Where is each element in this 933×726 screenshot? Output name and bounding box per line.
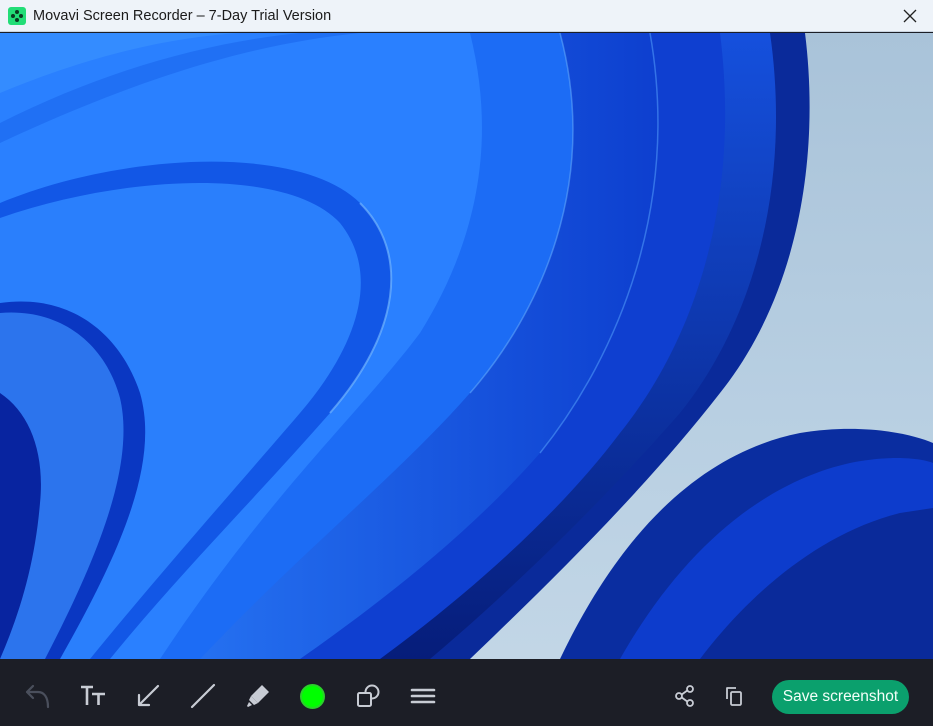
copy-button[interactable] [718, 680, 750, 712]
title-bar: Movavi Screen Recorder – 7-Day Trial Ver… [0, 0, 933, 32]
line-width-button[interactable] [407, 680, 439, 712]
close-icon [903, 9, 917, 23]
share-icon [675, 685, 694, 707]
text-tool-button[interactable] [77, 680, 109, 712]
annotation-toolbar: Save screenshot [0, 659, 933, 726]
line-width-icon [410, 688, 436, 704]
shapes-icon [357, 684, 380, 707]
screenshot-canvas[interactable] [0, 33, 933, 659]
undo-icon [25, 684, 50, 709]
undo-button[interactable] [22, 680, 54, 712]
marker-tool-button[interactable] [242, 680, 274, 712]
movavi-logo-icon [8, 6, 26, 25]
wallpaper-image [0, 33, 933, 659]
arrow-icon [137, 684, 160, 707]
line-tool-button[interactable] [187, 680, 219, 712]
share-button[interactable] [669, 680, 701, 712]
window-title: Movavi Screen Recorder – 7-Day Trial Ver… [33, 7, 332, 24]
save-screenshot-button[interactable]: Save screenshot [772, 680, 909, 714]
color-picker-button[interactable] [296, 680, 328, 712]
arrow-tool-button[interactable] [132, 680, 164, 712]
shapes-tool-button[interactable] [352, 680, 384, 712]
text-size-icon [81, 685, 105, 705]
marker-icon [247, 685, 269, 707]
copy-icon [726, 687, 742, 706]
color-swatch [299, 683, 325, 709]
line-icon [190, 683, 216, 709]
close-button[interactable] [887, 0, 933, 32]
